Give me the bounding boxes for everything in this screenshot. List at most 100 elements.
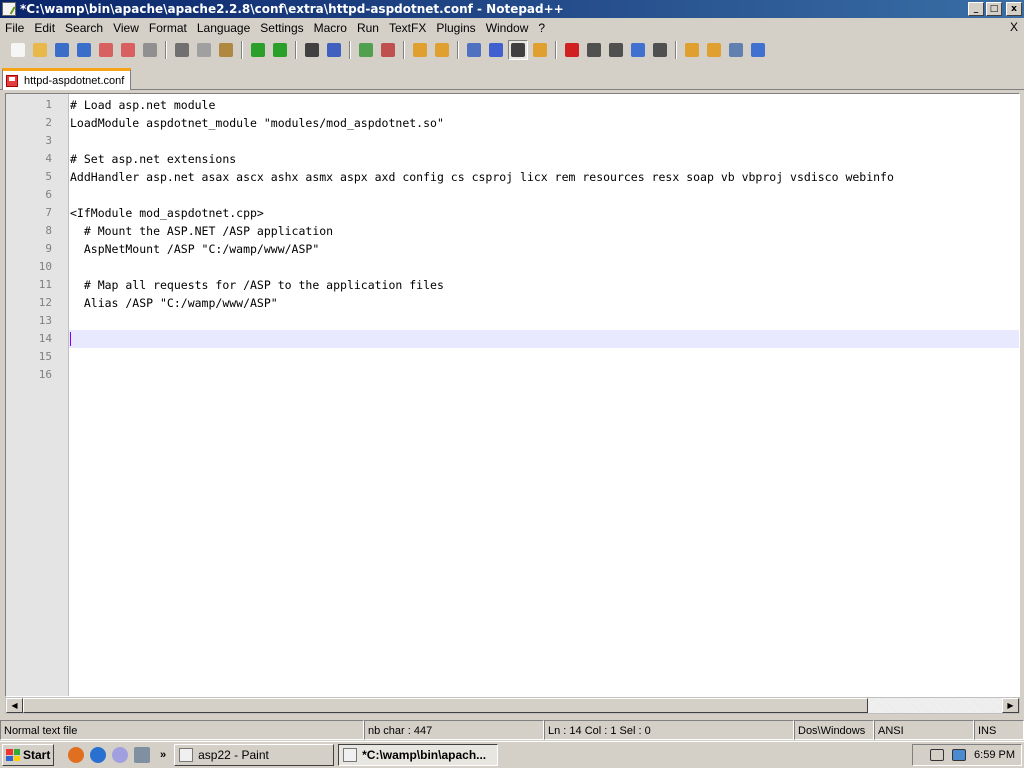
run-macro-multiple-button[interactable] [628,40,648,60]
editor-line[interactable]: 6 [6,186,1019,204]
save-macro-button[interactable] [650,40,670,60]
close-document-button[interactable]: X [1010,20,1018,34]
scroll-right-arrow-icon[interactable]: ▶ [1002,698,1019,713]
quick-launch-more-button[interactable]: » [160,749,166,761]
menu-window[interactable]: Window [481,18,534,38]
menu-run[interactable]: Run [352,18,384,38]
windows-logo-icon [6,749,20,761]
maximize-button[interactable]: □ [986,2,1002,16]
menu-language[interactable]: Language [192,18,255,38]
network-status-icon[interactable] [930,749,945,761]
word-wrap-button[interactable] [464,40,484,60]
wamp-icon[interactable] [112,747,128,763]
sync-horizontal-button[interactable] [432,40,452,60]
line-text[interactable]: # Set asp.net extensions [70,150,236,168]
volume-icon[interactable] [952,749,967,761]
menu-textfx[interactable]: TextFX [384,18,431,38]
clock[interactable]: 6:59 PM [974,749,1015,761]
user-lang-button[interactable] [530,40,550,60]
close-all-button[interactable] [118,40,138,60]
stop-record-button[interactable] [584,40,604,60]
save-button[interactable] [52,40,72,60]
replace-button[interactable] [324,40,344,60]
scroll-track[interactable] [23,698,1002,713]
plugin-folder-button[interactable] [682,40,702,60]
zoom-out-button[interactable] [378,40,398,60]
menu-plugins[interactable]: Plugins [431,18,480,38]
editor-line[interactable]: 4 # Set asp.net extensions [6,150,1019,168]
task-paint[interactable]: asp22 - Paint [174,744,335,766]
menu-help[interactable]: ? [533,18,550,38]
menu-search[interactable]: Search [60,18,108,38]
editor-line[interactable]: 9 AspNetMount /ASP "C:/wamp/www/ASP" [6,240,1019,258]
save-all-button[interactable] [74,40,94,60]
minimize-button[interactable]: _ [968,2,984,16]
scroll-left-arrow-icon[interactable]: ◀ [6,698,23,713]
scroll-thumb[interactable] [23,698,868,713]
horizontal-scrollbar[interactable]: ◀ ▶ [5,697,1020,714]
undo-button[interactable] [248,40,268,60]
notepad-plus-plus-icon[interactable] [2,2,16,16]
redo-button[interactable] [270,40,290,60]
record-macro-button[interactable] [562,40,582,60]
editor-line[interactable]: 11 # Map all requests for /ASP to the ap… [6,276,1019,294]
menu-edit[interactable]: Edit [29,18,60,38]
editor-line[interactable]: 1 # Load asp.net module [6,96,1019,114]
editor-line[interactable]: 8 # Mount the ASP.NET /ASP application [6,222,1019,240]
explorer-button[interactable] [704,40,724,60]
menu-macro[interactable]: Macro [309,18,352,38]
menu-file[interactable]: File [0,18,29,38]
editor-line[interactable]: 16 [6,366,1019,384]
menu-format[interactable]: Format [144,18,192,38]
system-tray: 6:59 PM [912,744,1022,766]
copy-button[interactable] [194,40,214,60]
text-editor[interactable]: 1 # Load asp.net module 2 LoadModule aspdot… [5,93,1020,697]
show-all-chars-button[interactable] [486,40,506,60]
editor-line[interactable]: 5 AddHandler asp.net asax ascx ashx asmx … [6,168,1019,186]
open-file-button[interactable] [30,40,50,60]
line-text[interactable]: AddHandler asp.net asax ascx ashx asmx a… [70,168,894,186]
stop-record-icon [587,43,601,57]
start-button[interactable]: Start [2,744,54,766]
find-button[interactable] [302,40,322,60]
editor-line[interactable]: 10 [6,258,1019,276]
close-button[interactable]: x [1006,2,1022,16]
editor-line[interactable]: 3 [6,132,1019,150]
editor-line[interactable]: 14 [6,330,1019,348]
line-text[interactable]: AspNetMount /ASP "C:/wamp/www/ASP" [70,240,319,258]
tab-httpd-aspdotnet-conf[interactable]: httpd-aspdotnet.conf [2,68,131,90]
task-paint-label: asp22 - Paint [198,748,269,762]
network-icon[interactable] [134,747,150,763]
indent-guide-button[interactable] [508,40,528,60]
editor-line[interactable]: 12 Alias /ASP "C:/wamp/www/ASP" [6,294,1019,312]
zoom-in-button[interactable] [356,40,376,60]
menu-settings[interactable]: Settings [255,18,308,38]
menu-view[interactable]: View [108,18,144,38]
new-file-button[interactable] [8,40,28,60]
firefox-icon[interactable] [68,747,84,763]
task-notepad-plus-plus[interactable]: *C:\wamp\bin\apach... [338,744,499,766]
indent-guide-icon [511,43,525,57]
line-text[interactable]: # Map all requests for /ASP to the appli… [70,276,444,294]
playback-button[interactable] [606,40,626,60]
line-text[interactable]: # Mount the ASP.NET /ASP application [70,222,333,240]
status-bar: Normal text file nb char : 447 Ln : 14 C… [0,720,1024,740]
print-button[interactable] [140,40,160,60]
line-text[interactable]: Alias /ASP "C:/wamp/www/ASP" [70,294,278,312]
console-button[interactable] [726,40,746,60]
line-text[interactable]: # Load asp.net module [70,96,215,114]
cut-button[interactable] [172,40,192,60]
editor-line[interactable]: 7 <IfModule mod_aspdotnet.cpp> [6,204,1019,222]
line-text[interactable]: <IfModule mod_aspdotnet.cpp> [70,204,264,222]
paste-button[interactable] [216,40,236,60]
ie-icon[interactable] [90,747,106,763]
close-button[interactable] [96,40,116,60]
editor-line[interactable]: 15 [6,348,1019,366]
plugin-folder-icon [685,43,699,57]
title-bar[interactable]: *C:\wamp\bin\apache\apache2.2.8\conf\ext… [0,0,1024,18]
sync-vertical-button[interactable] [410,40,430,60]
editor-line[interactable]: 2 LoadModule aspdotnet_module "modules/mo… [6,114,1019,132]
editor-line[interactable]: 13 [6,312,1019,330]
line-text[interactable]: LoadModule aspdotnet_module "modules/mod… [70,114,444,132]
spell-check-button[interactable] [748,40,768,60]
